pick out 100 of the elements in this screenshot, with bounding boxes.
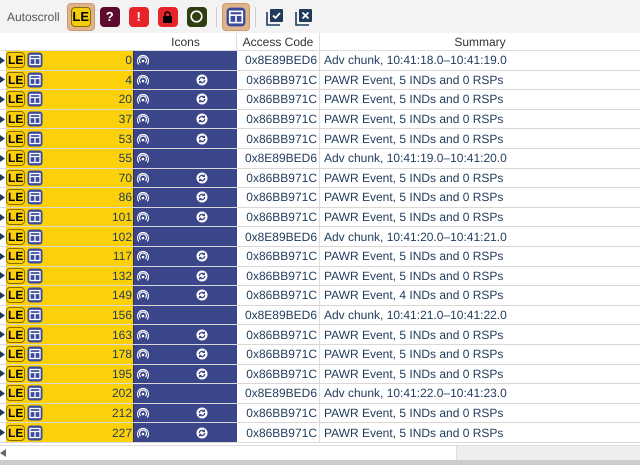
index-cell-text: 37 bbox=[118, 111, 132, 128]
access-code-cell-text: 0x86BB971C bbox=[246, 209, 317, 226]
le-badge: LE bbox=[6, 346, 26, 362]
index-cell-text: 212 bbox=[110, 404, 132, 422]
le-badge: LE bbox=[6, 189, 26, 206]
index-cell-text: 149 bbox=[110, 287, 132, 304]
sync-icon bbox=[196, 132, 208, 145]
summary-cell-text: PAWR Event, 5 INDs and 0 RSPs bbox=[324, 189, 504, 206]
broadcast-icon bbox=[137, 368, 149, 380]
index-cell-text: 0 bbox=[124, 52, 132, 70]
layout-icon bbox=[27, 111, 44, 128]
layout-icon bbox=[27, 150, 44, 166]
layout-icon bbox=[27, 404, 44, 421]
expand-arrow-icon[interactable] bbox=[0, 174, 5, 182]
le-badge: LE bbox=[6, 228, 26, 245]
expand-arrow-icon[interactable] bbox=[0, 350, 5, 358]
expand-arrow-icon[interactable] bbox=[0, 154, 5, 162]
summary-cell-text: PAWR Event, 5 INDs and 0 RSPs bbox=[324, 424, 504, 442]
expand-arrow-icon[interactable] bbox=[0, 116, 5, 123]
summary-cell-text: PAWR Event, 4 INDs and 0 RSPs bbox=[324, 287, 504, 304]
index-cell-text: 195 bbox=[110, 366, 132, 383]
sync-icon bbox=[196, 113, 208, 126]
expand-arrow-icon[interactable] bbox=[0, 370, 5, 378]
index-cell-text: 4 bbox=[124, 72, 132, 89]
le-badge: LE bbox=[6, 424, 26, 441]
sync-icon bbox=[196, 211, 208, 224]
index-cell-text: 70 bbox=[118, 170, 132, 187]
filter-toggle[interactable]: LE bbox=[66, 2, 95, 30]
index-cell-text: 117 bbox=[112, 248, 132, 266]
le-badge: LE bbox=[6, 366, 26, 382]
expand-arrow-icon[interactable] bbox=[0, 214, 5, 221]
index-cell-text: 101 bbox=[110, 209, 132, 226]
broadcast-icon bbox=[137, 132, 149, 145]
access-code-cell-text: 0x86BB971C bbox=[246, 268, 317, 285]
expand-arrow-icon[interactable] bbox=[0, 96, 5, 103]
expand-arrow-icon[interactable] bbox=[0, 194, 5, 201]
ring-icon bbox=[190, 10, 204, 23]
le-badge: LE bbox=[6, 91, 26, 108]
index-cell-text: 86 bbox=[118, 189, 132, 206]
layout-icon bbox=[27, 287, 44, 304]
sync-icon bbox=[196, 250, 208, 262]
layout-icon bbox=[27, 189, 44, 206]
checkbox-check-icon bbox=[266, 8, 284, 26]
layout-toggle[interactable] bbox=[222, 2, 250, 30]
column-header[interactable]: Access Code bbox=[242, 33, 314, 50]
expand-arrow-icon[interactable] bbox=[0, 409, 5, 416]
broadcast-icon bbox=[137, 289, 149, 302]
expand-arrow-icon[interactable] bbox=[0, 331, 5, 338]
le-badge: LE bbox=[6, 404, 26, 421]
column-header[interactable]: Summary bbox=[454, 33, 506, 50]
index-cell-text: 227 bbox=[110, 424, 132, 442]
lock-icon bbox=[162, 10, 174, 22]
expand-arrow-icon[interactable] bbox=[0, 429, 5, 436]
le-badge: LE bbox=[6, 385, 26, 402]
summary-cell-text: Adv chunk, 10:41:18.0–10:41:19.0 bbox=[324, 52, 507, 70]
access-code-cell-text: 0x86BB971C bbox=[246, 170, 317, 187]
access-code-cell-text: 0x86BB971C bbox=[246, 130, 317, 148]
summary-cell-text: PAWR Event, 5 INDs and 0 RSPs bbox=[324, 91, 504, 108]
summary-cell-text: PAWR Event, 5 INDs and 0 RSPs bbox=[324, 209, 504, 226]
access-code-cell-text: 0x86BB971C bbox=[246, 72, 317, 89]
horizontal-scrollbar[interactable] bbox=[0, 445, 640, 460]
index-cell-text: 55 bbox=[118, 150, 132, 168]
index-cell-text: 53 bbox=[118, 130, 132, 148]
column-header[interactable]: Icons bbox=[171, 33, 200, 50]
expand-arrow-icon[interactable] bbox=[0, 292, 5, 299]
summary-cell-text: Adv chunk, 10:41:20.0–10:41:21.0 bbox=[324, 228, 507, 246]
expand-arrow-icon[interactable] bbox=[0, 233, 5, 240]
access-code-cell-text: 0x8E89BED6 bbox=[244, 52, 317, 70]
sync-icon bbox=[196, 191, 208, 204]
scroll-left-icon[interactable] bbox=[0, 449, 6, 457]
expand-arrow-icon[interactable] bbox=[0, 312, 5, 319]
sync-icon bbox=[196, 74, 208, 86]
access-code-cell-text: 0x8E89BED6 bbox=[244, 150, 317, 168]
layout-icon bbox=[27, 130, 44, 147]
summary-cell-text: PAWR Event, 5 INDs and 0 RSPs bbox=[324, 72, 504, 89]
access-code-cell-text: 0x86BB971C bbox=[246, 189, 317, 206]
layout-icon bbox=[27, 326, 44, 343]
layout-icon bbox=[27, 228, 44, 245]
access-code-cell-text: 0x86BB971C bbox=[246, 326, 317, 344]
layout-icon bbox=[27, 424, 44, 441]
sync-icon bbox=[196, 348, 208, 360]
expand-arrow-icon[interactable] bbox=[0, 135, 5, 142]
layout-icon bbox=[27, 366, 44, 382]
expand-arrow-icon[interactable] bbox=[0, 252, 5, 260]
le-badge: LE bbox=[6, 248, 26, 264]
sync-icon bbox=[196, 172, 208, 184]
broadcast-icon bbox=[137, 328, 149, 341]
summary-cell-text: Adv chunk, 10:41:22.0–10:41:23.0 bbox=[324, 385, 507, 402]
broadcast-icon bbox=[137, 250, 149, 262]
checkbox-x-icon bbox=[294, 8, 313, 26]
summary-cell-text: Adv chunk, 10:41:19.0–10:41:20.0 bbox=[324, 150, 507, 168]
broadcast-icon bbox=[137, 211, 149, 224]
expand-arrow-icon[interactable] bbox=[0, 56, 5, 64]
access-code-cell-text: 0x86BB971C bbox=[246, 111, 317, 128]
expand-arrow-icon[interactable] bbox=[0, 390, 5, 397]
sync-icon bbox=[196, 426, 208, 439]
le-badge: LE bbox=[6, 130, 26, 147]
expand-arrow-icon[interactable] bbox=[0, 272, 5, 280]
summary-cell-text: PAWR Event, 5 INDs and 0 RSPs bbox=[324, 326, 504, 344]
expand-arrow-icon[interactable] bbox=[0, 76, 5, 84]
